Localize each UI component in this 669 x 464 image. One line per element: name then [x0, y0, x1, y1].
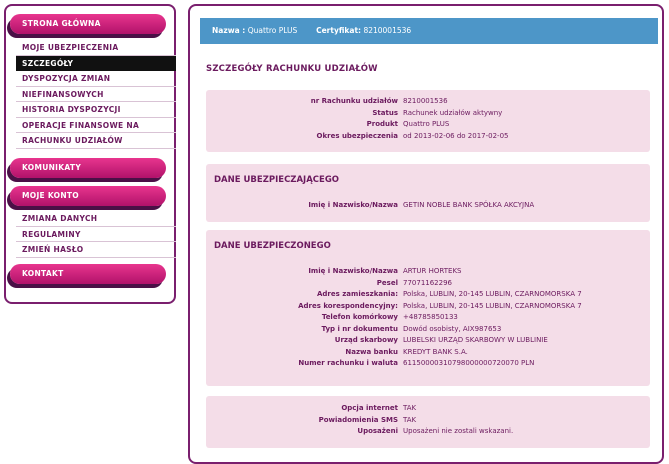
- sidebar: STRONA GŁÓWNA MOJE UBEZPIECZENIA SZCZEGÓ…: [4, 4, 176, 304]
- cert-value: 8210001536: [363, 26, 412, 35]
- sub-menu-insurance: MOJE UBEZPIECZENIA SZCZEGÓŁY DYSPOZYCJA …: [16, 40, 176, 149]
- insurer-title: DANE UBEZPIECZAJĄCEGO: [214, 175, 340, 185]
- detail-row: Imię i Nazwisko/Nazwa ARTUR HORTEKS: [308, 267, 462, 275]
- detail-row: Adres korespondencyjny: Polska, LUBLIN, 2…: [298, 301, 582, 310]
- sidebar-item-financial-operations[interactable]: OPERACJE FINANSOWE NA: [16, 118, 176, 133]
- detail-row: Numer rachunku i waluta 61150000310798000…: [298, 359, 535, 367]
- menu-communications[interactable]: KOMUNIKATY: [10, 158, 166, 178]
- sidebar-item-details[interactable]: SZCZEGÓŁY: [16, 55, 176, 71]
- menu-my-account[interactable]: MOJE KONTO: [10, 186, 166, 206]
- sidebar-item-my-insurance[interactable]: MOJE UBEZPIECZENIA: [16, 40, 176, 56]
- detail-row: Opcja internet TAK: [341, 404, 417, 412]
- sidebar-item-regulations[interactable]: REGULAMINY: [16, 227, 176, 242]
- sidebar-item-financial-operations-cont[interactable]: RACHUNKU UDZIAŁÓW: [16, 133, 176, 149]
- detail-row: nr Rachunku udziałów 8210001536: [310, 97, 448, 105]
- page-title: SZCZEGÓŁY RACHUNKU UDZIAŁÓW: [206, 64, 378, 74]
- account-details-box: nr Rachunku udziałów 8210001536 Status Rac…: [206, 90, 650, 152]
- detail-row: Uposażeni Uposażeni nie zostali wskazani.: [357, 427, 514, 435]
- detail-row: Typ i nr dokumentu Dowód osobisty, AIX987…: [321, 324, 502, 333]
- detail-row: Powiadomienia SMS TAK: [318, 415, 417, 424]
- detail-row: Produkt Quattro PLUS: [366, 120, 450, 128]
- detail-row: Okres ubezpieczenia od 2013-02-06 do 2017…: [316, 131, 509, 140]
- detail-row: Pesel 77071162296: [376, 278, 452, 287]
- detail-row: Status Rachunek udziałów aktywny: [372, 108, 503, 117]
- insured-title: DANE UBEZPIECZONEGO: [214, 241, 331, 251]
- detail-row: Nazwa banku KREDYT BANK S.A.: [345, 347, 468, 356]
- cert-label: Certyfikat:: [316, 26, 362, 35]
- detail-row: Telefon komórkowy +48785850133: [321, 313, 458, 321]
- sidebar-item-change-password[interactable]: ZMIEŃ HASŁO: [16, 242, 176, 258]
- sidebar-item-change-disposition-cont[interactable]: NIEFINANSOWYCH: [16, 87, 176, 102]
- insured-box: DANE UBEZPIECZONEGO Imię i Nazwisko/Nazw…: [206, 230, 650, 386]
- menu-contact[interactable]: KONTAKT: [10, 264, 166, 284]
- sub-menu-account: ZMIANA DANYCH REGULAMINY ZMIEŃ HASŁO: [16, 211, 176, 258]
- detail-row: Urząd skarbowy LUBELSKI URZĄD SKARBOWY W …: [334, 336, 548, 344]
- menu-home[interactable]: STRONA GŁÓWNA: [10, 14, 166, 34]
- detail-row: Imię i Nazwisko/Nazwa GETIN NOBLE BANK SP…: [308, 201, 535, 209]
- detail-row: Adres zamieszkania: Polska, LUBLIN, 20-14…: [317, 290, 582, 298]
- product-header-bar: Nazwa : Quattro PLUS Certyfikat: 8210001…: [200, 18, 658, 44]
- sidebar-item-change-disposition[interactable]: DYSPOZYCJA ZMIAN: [16, 71, 176, 87]
- main-panel: Nazwa : Quattro PLUS Certyfikat: 8210001…: [188, 4, 664, 464]
- insurer-box: DANE UBEZPIECZAJĄCEGO Imię i Nazwisko/Na…: [206, 164, 650, 222]
- sidebar-item-change-data[interactable]: ZMIANA DANYCH: [16, 211, 176, 227]
- name-value: Quattro PLUS: [247, 26, 298, 35]
- options-box: Opcja internet TAK Powiadomienia SMS TAK U…: [206, 396, 650, 448]
- sidebar-item-disposition-history[interactable]: HISTORIA DYSPOZYCJI: [16, 102, 176, 118]
- name-label: Nazwa :: [212, 26, 246, 35]
